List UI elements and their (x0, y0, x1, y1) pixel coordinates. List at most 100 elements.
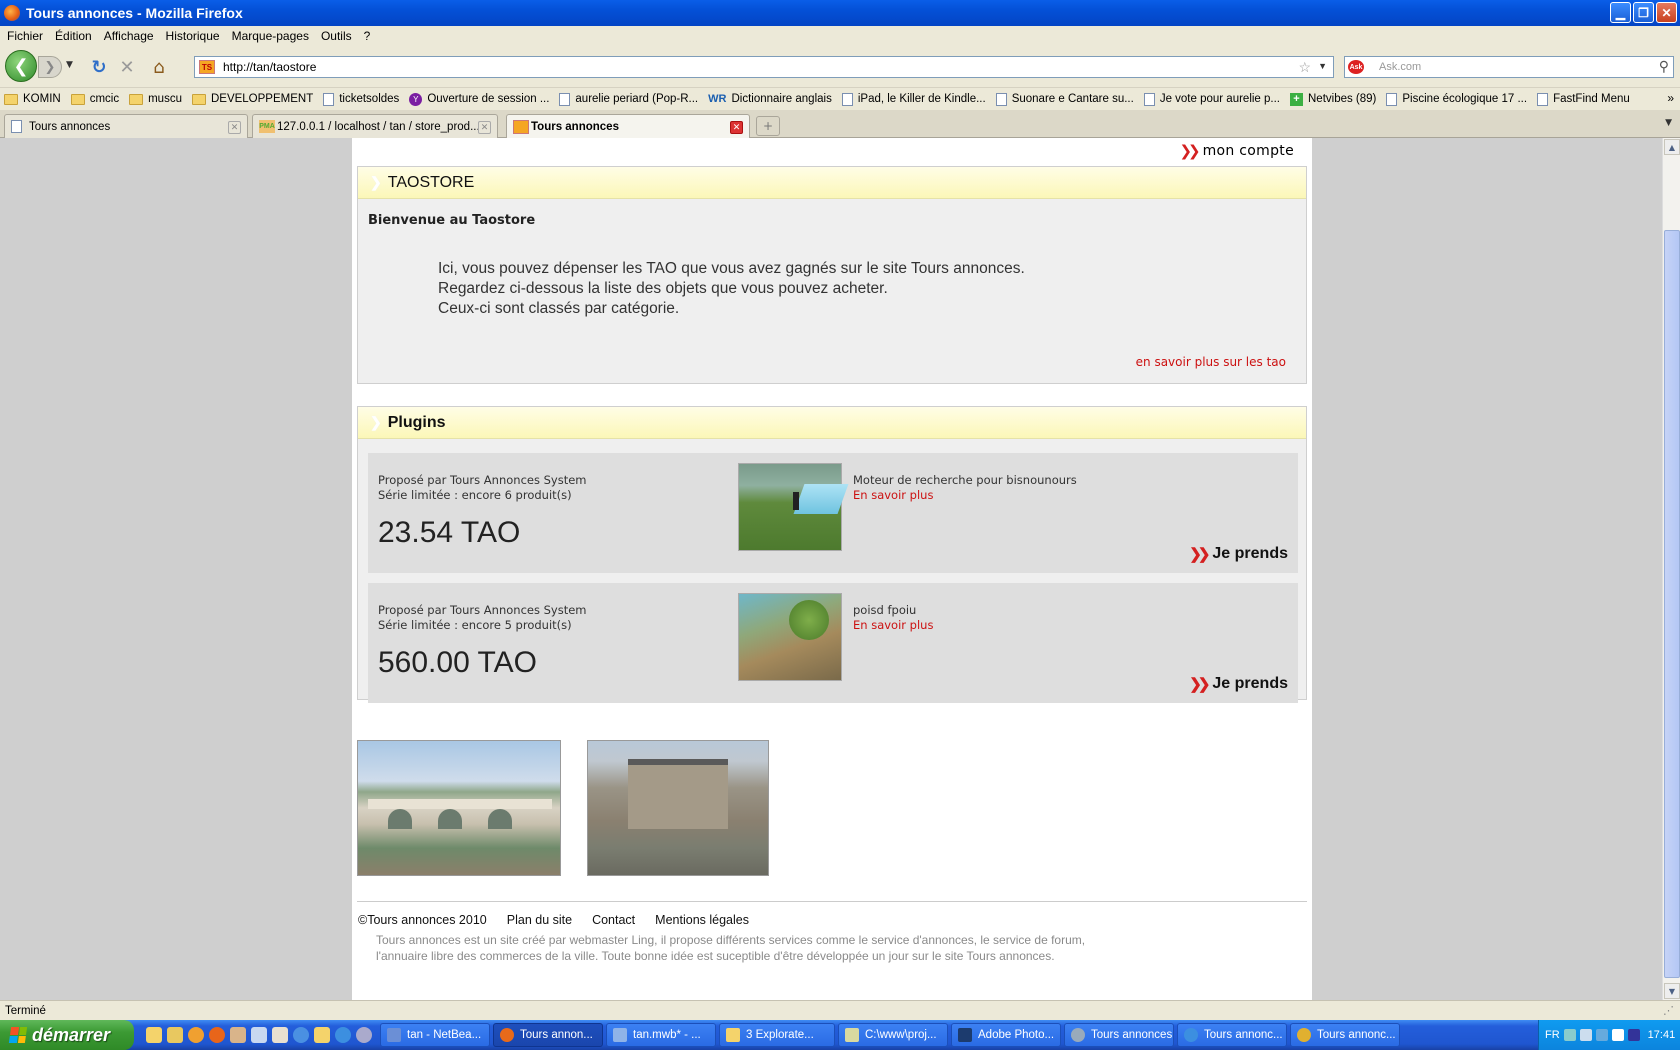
folder-icon[interactable] (314, 1027, 330, 1043)
ie-icon[interactable] (335, 1027, 351, 1043)
footer-description: Tours annonces est un site créé par webm… (376, 933, 1086, 963)
forward-button[interactable]: ❯ (38, 56, 62, 78)
stop-icon[interactable]: ✕ (116, 56, 138, 78)
menu-help[interactable]: ? (360, 29, 379, 43)
status-text: Terminé (5, 1004, 46, 1017)
menu-fichier[interactable]: Fichier (3, 29, 51, 43)
more-about-tao-link[interactable]: en savoir plus sur les tao (1136, 355, 1286, 369)
bookmark-fastfind[interactable]: FastFind Menu (1537, 92, 1630, 106)
resize-grip-icon[interactable]: ⋰ (1663, 1004, 1674, 1017)
bookmark-cmcic[interactable]: cmcic (70, 93, 119, 105)
close-tab-icon[interactable]: ✕ (730, 121, 743, 134)
taskbar-button-label: C:\www\proj... (865, 1029, 937, 1041)
network-icon[interactable] (1579, 1029, 1592, 1041)
bookmark-je-vote[interactable]: Je vote pour aurelie p... (1143, 92, 1280, 106)
bookmark-ipad[interactable]: iPad, le Killer de Kindle... (841, 92, 986, 106)
tab-label: Tours annonces (29, 120, 111, 133)
start-button[interactable]: démarrer (0, 1020, 134, 1050)
new-tab-button[interactable]: + (756, 116, 780, 136)
take-button[interactable]: ❯❯ Je prends (1189, 545, 1288, 563)
bookmark-muscu[interactable]: muscu (129, 93, 182, 105)
bookmark-ouverture-session[interactable]: Y Ouverture de session ... (409, 92, 549, 106)
tab-tours-annonces-active[interactable]: Tours annonces ✕ (506, 114, 750, 139)
search-icon[interactable]: ⚲ (1659, 58, 1669, 75)
taskbar-button-tours-2[interactable]: Tours annonc... (1177, 1023, 1287, 1047)
vertical-scrollbar[interactable]: ▲ ▼ (1662, 138, 1680, 1000)
learn-more-link[interactable]: En savoir plus (853, 618, 933, 632)
minimize-icon[interactable]: ▁ (1610, 2, 1631, 23)
menu-outils[interactable]: Outils (317, 29, 360, 43)
maximize-icon[interactable]: ❐ (1633, 2, 1654, 23)
bookmark-developpement[interactable]: DEVELOPPEMENT (191, 93, 313, 105)
menu-edition[interactable]: Édition (51, 29, 100, 43)
search-input[interactable]: Ask Ask.com ⚲ (1344, 56, 1674, 78)
taskbar-button-photoshop[interactable]: Adobe Photo... (951, 1023, 1061, 1047)
product-image[interactable] (738, 593, 842, 681)
shield-icon[interactable] (1627, 1029, 1640, 1041)
folder-icon[interactable] (167, 1027, 183, 1043)
reload-icon[interactable]: ↻ (88, 56, 110, 78)
bookmark-ticketsoldes[interactable]: ticketsoldes (323, 92, 399, 106)
bookmark-dictionnaire[interactable]: WR Dictionnaire anglais (708, 93, 832, 105)
home-icon[interactable]: ⌂ (148, 56, 170, 78)
taostore-title: TAOSTORE (387, 173, 475, 191)
scroll-thumb[interactable] (1664, 230, 1680, 978)
close-window-icon[interactable]: ✕ (1656, 2, 1677, 23)
close-tab-icon[interactable]: ✕ (478, 121, 491, 134)
learn-more-link[interactable]: En savoir plus (853, 488, 933, 502)
tray-icon[interactable] (1611, 1029, 1624, 1041)
close-tab-icon[interactable]: ✕ (228, 121, 241, 134)
bookmark-komin[interactable]: KOMIN (4, 93, 61, 105)
wordreference-icon: WR (708, 93, 727, 105)
tray-icon[interactable] (1595, 1029, 1608, 1041)
bookmark-netvibes[interactable]: + Netvibes (89) (1290, 92, 1376, 106)
scroll-up-icon[interactable]: ▲ (1664, 139, 1680, 155)
taskbar-button-firefox[interactable]: Tours annon... (493, 1023, 603, 1047)
back-button[interactable]: ❮ (5, 50, 37, 82)
ask-engine-icon[interactable]: Ask (1348, 60, 1364, 74)
app-icon[interactable] (356, 1027, 372, 1043)
taskbar-button-tours-1[interactable]: Tours annonces (1064, 1023, 1174, 1047)
history-dropdown-icon[interactable]: ▼ (66, 60, 73, 70)
bookmark-piscine[interactable]: Piscine écologique 17 ... (1386, 92, 1527, 106)
bookmark-suonare[interactable]: Suonare e Cantare su... (995, 92, 1134, 106)
chrome-icon[interactable] (188, 1027, 204, 1043)
language-indicator[interactable]: FR (1545, 1029, 1560, 1041)
taskbar-button-workbench[interactable]: tan.mwb* - ... (606, 1023, 716, 1047)
tool-icon[interactable] (251, 1027, 267, 1043)
product-image[interactable] (738, 463, 849, 551)
contact-link[interactable]: Contact (592, 913, 635, 927)
take-button[interactable]: ❯❯ Je prends (1189, 675, 1288, 693)
taskbar-button-label: Adobe Photo... (978, 1029, 1055, 1041)
account-link[interactable]: ❯❯ mon compte (1179, 142, 1294, 160)
sitemap-link[interactable]: Plan du site (507, 913, 572, 927)
notepad-icon (845, 1028, 859, 1042)
site-favicon-icon: TS (199, 60, 215, 74)
vendor-line: Proposé par Tours Annonces System (378, 603, 587, 617)
taskbar-button-tours-3[interactable]: Tours annonc... (1290, 1023, 1400, 1047)
menu-affichage[interactable]: Affichage (100, 29, 162, 43)
menu-historique[interactable]: Historique (162, 29, 228, 43)
page-icon (1537, 92, 1549, 106)
menu-marque-pages[interactable]: Marque-pages (228, 29, 317, 43)
user-icon[interactable] (230, 1027, 246, 1043)
url-dropdown-icon[interactable]: ▼ (1318, 61, 1327, 71)
tab-list-dropdown-icon[interactable]: ▼ (1665, 118, 1672, 128)
bookmarks-overflow-icon[interactable]: » (1667, 91, 1674, 105)
tab-phpmyadmin[interactable]: PMA 127.0.0.1 / localhost / tan / store_… (252, 114, 498, 138)
taskbar-button-explorer[interactable]: 3 Explorate... (719, 1023, 835, 1047)
taskbar-button-label: tan - NetBea... (407, 1029, 482, 1041)
scroll-down-icon[interactable]: ▼ (1664, 983, 1680, 999)
taskbar-button-notepad[interactable]: C:\www\proj... (838, 1023, 948, 1047)
firefox-icon[interactable] (209, 1027, 225, 1043)
ie-icon[interactable] (293, 1027, 309, 1043)
legal-link[interactable]: Mentions légales (655, 913, 749, 927)
url-input[interactable]: TS http://tan/taostore ☆ ▼ (194, 56, 1334, 78)
bookmark-star-icon[interactable]: ☆ (1298, 59, 1311, 76)
folder-icon[interactable] (146, 1027, 162, 1043)
bookmark-aurelie-periard[interactable]: aurelie periard (Pop-R... (559, 92, 698, 106)
tray-icon[interactable] (1563, 1029, 1576, 1041)
notepad-icon[interactable] (272, 1027, 288, 1043)
tab-tours-annonces-1[interactable]: Tours annonces ✕ (4, 114, 248, 138)
taskbar-button-netbeans[interactable]: tan - NetBea... (380, 1023, 490, 1047)
